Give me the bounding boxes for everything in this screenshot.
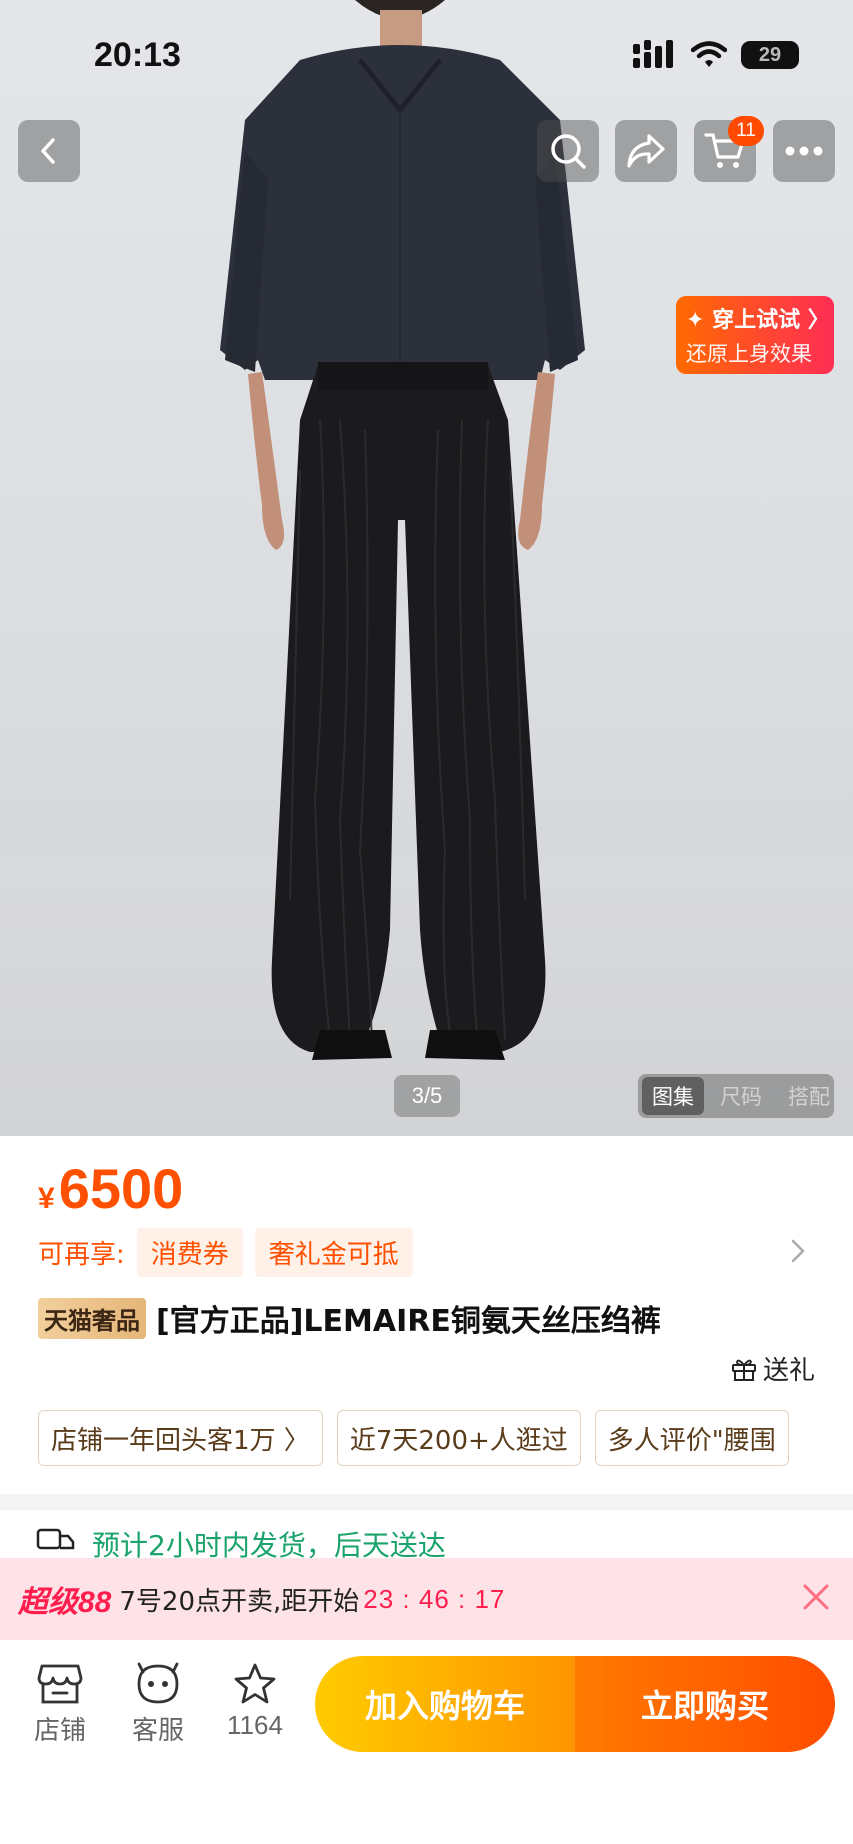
promo-logo: 超级88 — [18, 1586, 112, 1619]
service-label: 客服 — [131, 1715, 184, 1745]
share-button[interactable] — [615, 120, 677, 182]
star-icon — [234, 1663, 276, 1704]
shipping-text: 预计2小时内发货，后天送达 — [92, 1529, 446, 1560]
chevron-left-icon — [41, 138, 55, 164]
cart-count-badge: 11 — [728, 116, 764, 146]
gallery-tabs: 图集 尺码 搭配 — [638, 1074, 834, 1118]
gift-button[interactable]: 送礼 — [731, 1350, 815, 1387]
store-label: 店铺 — [33, 1715, 86, 1745]
product-title: [官方正品]LEMAIRE铜氨天丝压绉裤 — [156, 1304, 661, 1339]
shipping-row[interactable]: 预计2小时内发货，后天送达 — [0, 1510, 853, 1560]
battery-indicator: 29 — [741, 41, 799, 69]
product-title-row: 天猫奢品 [官方正品]LEMAIRE铜氨天丝压绉裤 — [38, 1296, 661, 1340]
price: ¥ 6500 — [38, 1156, 183, 1221]
perk-luxury-credit: 奢礼金可抵 — [254, 1228, 413, 1277]
favorite-button[interactable]: 1164 — [215, 1662, 295, 1741]
customer-service-icon — [137, 1662, 179, 1704]
chip-reviews[interactable]: 多人评价"腰围 — [594, 1410, 789, 1466]
chip-recent-visits[interactable]: 近7天200+人逛过 — [336, 1410, 581, 1466]
tab-outfit[interactable]: 搭配 — [778, 1077, 834, 1115]
wifi-icon — [691, 41, 727, 67]
perks-row[interactable]: 可再享: 消费券 奢礼金可抵 — [38, 1228, 413, 1277]
promo-banner[interactable]: 超级88 7号20点开卖,距开始 23 : 46 : 17 — [0, 1558, 853, 1640]
cart-button[interactable]: 11 — [694, 116, 764, 182]
buy-now-button[interactable]: 立即购买 — [575, 1656, 835, 1752]
customer-service-button[interactable]: 客服 — [118, 1662, 198, 1747]
perk-coupon: 消费券 — [136, 1228, 243, 1277]
gift-label: 送礼 — [762, 1356, 815, 1386]
currency-symbol: ¥ — [38, 1182, 55, 1215]
tab-size[interactable]: 尺码 — [710, 1077, 772, 1115]
try-on-title: ✦ 穿上试试 〉 — [686, 308, 830, 333]
promo-countdown: 23 : 46 : 17 — [363, 1583, 506, 1614]
product-page: 20:13 29 11 ✦ 穿上试试 〉 还原上身效果 3/5 图集 尺码 搭配… — [0, 0, 853, 1844]
add-to-cart-button[interactable]: 加入购物车 — [315, 1656, 575, 1752]
price-value: 6500 — [58, 1157, 184, 1220]
try-on-subtitle: 还原上身效果 — [686, 342, 812, 366]
tmall-luxury-badge: 天猫奢品 — [38, 1297, 146, 1339]
search-button[interactable] — [537, 120, 599, 182]
tab-gallery[interactable]: 图集 — [642, 1077, 704, 1115]
bottom-action-bar: 店铺 客服 1164 加入购物车 立即购买 — [0, 1640, 853, 1844]
promo-text: 7号20点开卖,距开始 — [119, 1586, 360, 1617]
close-icon[interactable] — [801, 1582, 831, 1612]
cellular-signal-icon — [633, 40, 673, 68]
image-pager: 3/5 — [394, 1075, 460, 1117]
chip-repeat-customers[interactable]: 店铺一年回头客1万 〉 — [38, 1410, 323, 1466]
share-icon — [627, 134, 665, 168]
perks-label: 可再享: — [38, 1240, 125, 1270]
try-on-button[interactable]: ✦ 穿上试试 〉 还原上身效果 — [676, 296, 834, 374]
product-image[interactable]: 20:13 29 11 ✦ 穿上试试 〉 还原上身效果 3/5 图集 尺码 搭配 — [0, 0, 853, 1136]
more-button[interactable] — [773, 120, 835, 182]
back-button[interactable] — [18, 120, 80, 182]
highlight-chips: 店铺一年回头客1万 〉 近7天200+人逛过 多人评价"腰围 — [38, 1410, 789, 1466]
store-button[interactable]: 店铺 — [20, 1662, 100, 1747]
favorites-count: 1164 — [227, 1710, 283, 1740]
chevron-right-icon[interactable] — [790, 1238, 806, 1264]
status-time: 20:13 — [94, 36, 181, 74]
more-dots-icon — [785, 146, 823, 156]
gift-icon — [731, 1359, 756, 1381]
status-icons: 29 — [633, 40, 799, 70]
delivery-icon — [36, 1528, 75, 1550]
store-icon — [37, 1664, 83, 1704]
search-icon — [551, 134, 586, 169]
